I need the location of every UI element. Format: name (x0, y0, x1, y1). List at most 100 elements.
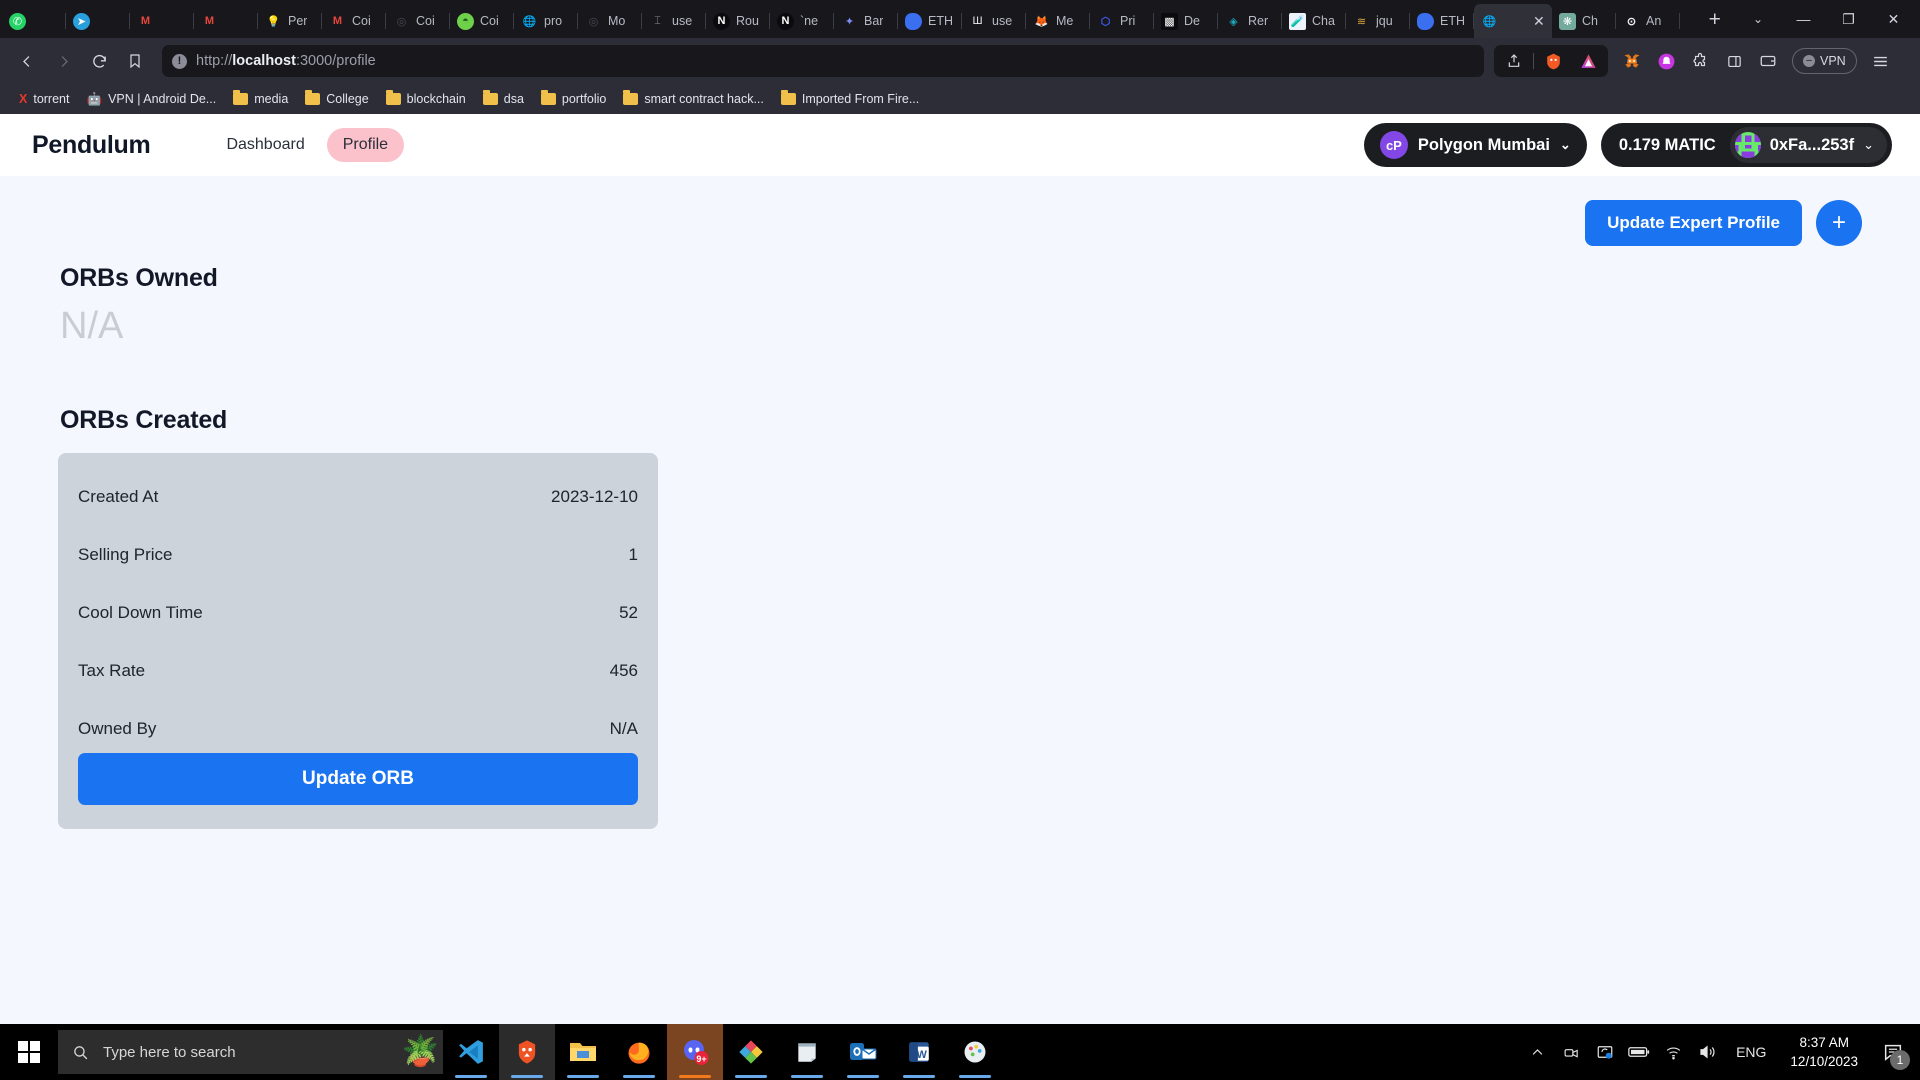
browser-tab[interactable]: ➤ (66, 4, 130, 38)
tray-language[interactable]: ENG (1724, 1044, 1778, 1060)
maximize-button[interactable]: ❐ (1826, 0, 1871, 38)
back-arrow-icon[interactable] (10, 44, 44, 78)
url-text: http://localhost:3000/profile (196, 53, 376, 69)
bookmark-item[interactable]: smart contract hack... (616, 89, 770, 109)
taskbar-paint-icon[interactable] (947, 1024, 1003, 1080)
bookmark-item[interactable]: dsa (476, 89, 531, 109)
tab-label: use (992, 14, 1013, 28)
browser-tab[interactable]: ✦ Bar (834, 4, 898, 38)
browser-tab[interactable]: ⊙ An (1616, 4, 1680, 38)
taskbar-photos-icon[interactable] (723, 1024, 779, 1080)
minimize-button[interactable]: — (1781, 0, 1826, 38)
taskbar-outlook-icon[interactable] (835, 1024, 891, 1080)
tray-battery-icon[interactable] (1622, 1024, 1656, 1080)
bookmark-item[interactable]: 🤖 VPN | Android De... (79, 89, 223, 110)
bookmark-item[interactable]: Imported From Fire... (774, 89, 926, 109)
browser-tab[interactable]: N Rou (706, 4, 770, 38)
browser-tab[interactable]: N `ne (770, 4, 834, 38)
browser-tab[interactable]: ⬡ Pri (1090, 4, 1154, 38)
tray-wifi-icon[interactable] (1656, 1024, 1690, 1080)
search-icon (72, 1044, 89, 1061)
app-brand[interactable]: Pendulum (32, 131, 151, 160)
telegram-icon: ➤ (73, 12, 90, 30)
browser-tab[interactable]: ◎ Coi (386, 4, 450, 38)
close-tab-icon[interactable]: ✕ (1533, 14, 1545, 28)
tray-volume-icon[interactable] (1690, 1024, 1724, 1080)
bookmark-label: portfolio (561, 92, 607, 106)
browser-tab[interactable]: ETH (898, 4, 962, 38)
wallet-icon[interactable] (1752, 45, 1784, 77)
taskbar-sticky-notes-icon[interactable] (779, 1024, 835, 1080)
extensions-puzzle-icon[interactable] (1684, 45, 1716, 77)
browser-tab[interactable]: ≋ jqu (1346, 4, 1410, 38)
tab-search-chevron-icon[interactable]: ⌄ (1735, 0, 1781, 38)
browser-tab[interactable]: Шuse (962, 4, 1026, 38)
update-expert-profile-button[interactable]: Update Expert Profile (1585, 200, 1802, 246)
bookmark-item[interactable]: portfolio (534, 89, 613, 109)
start-button[interactable] (0, 1024, 58, 1080)
search-decoration-image: 🪴 (401, 1035, 439, 1068)
browser-tab[interactable]: 🌐 ✕ (1474, 4, 1552, 38)
account-address-button[interactable]: 0xFa...253f ⌄ (1729, 127, 1887, 163)
bookmark-item[interactable]: College (298, 89, 375, 109)
new-tab-button[interactable]: + (1695, 4, 1735, 38)
browser-tab[interactable]: M Coi (322, 4, 386, 38)
browser-tab[interactable]: ✆ (2, 4, 66, 38)
nav-link-dashboard[interactable]: Dashboard (210, 128, 320, 162)
update-orb-button[interactable]: Update ORB (78, 753, 638, 805)
browser-tab[interactable]: ❋ Ch (1552, 4, 1616, 38)
network-selector[interactable]: cP Polygon Mumbai ⌄ (1363, 123, 1587, 167)
metamask-extension-icon[interactable] (1616, 45, 1648, 77)
tray-expand-chevron-icon[interactable] (1520, 1024, 1554, 1080)
browser-tab[interactable]: 💡 Per (258, 4, 322, 38)
share-icon[interactable] (1498, 45, 1530, 77)
vpn-button[interactable]: – VPN (1792, 48, 1857, 74)
site-info-icon[interactable]: ! (172, 53, 187, 69)
taskbar-search-box[interactable]: Type here to search 🪴 (58, 1030, 443, 1074)
reload-arrow-icon[interactable] (82, 44, 116, 78)
nav-link-profile[interactable]: Profile (326, 128, 405, 162)
brave-shields-icon[interactable] (1537, 45, 1569, 77)
browser-tab[interactable]: ⌶ use (642, 4, 706, 38)
tray-meet-now-icon[interactable] (1554, 1024, 1588, 1080)
browser-tab[interactable]: 🌐 pro (514, 4, 578, 38)
notification-center-button[interactable]: 1 (1870, 1024, 1916, 1080)
notification-bell-icon[interactable] (1650, 45, 1682, 77)
brave-rewards-icon[interactable] (1572, 45, 1604, 77)
bookmark-item[interactable]: blockchain (379, 89, 473, 109)
sidebar-toggle-icon[interactable] (1718, 45, 1750, 77)
taskbar-file-explorer-icon[interactable] (555, 1024, 611, 1080)
bookmark-item[interactable]: Xtorrent (12, 89, 76, 109)
taskbar-firefox-icon[interactable] (611, 1024, 667, 1080)
account-pill[interactable]: 0.179 MATIC 0xFa...253f ⌄ (1600, 123, 1892, 167)
tray-clock[interactable]: 8:37 AM 12/10/2023 (1778, 1033, 1870, 1071)
orb-detail-row: Selling Price 1 (78, 533, 638, 591)
taskbar-discord-icon[interactable]: 9+ (667, 1024, 723, 1080)
tab-label: ETH (1440, 14, 1465, 28)
tab-label: Me (1056, 14, 1074, 28)
browser-tab[interactable]: 🦊 Me (1026, 4, 1090, 38)
browser-tab[interactable]: M (194, 4, 258, 38)
taskbar-brave-icon[interactable] (499, 1024, 555, 1080)
browser-tab[interactable]: ◎ Mo (578, 4, 642, 38)
browser-tab[interactable]: ◈ Rer (1218, 4, 1282, 38)
browser-menu-icon[interactable] (1865, 45, 1897, 77)
browser-tab[interactable]: ◓ Coi (450, 4, 514, 38)
add-button[interactable]: + (1816, 200, 1862, 246)
browser-tab[interactable]: ETH (1410, 4, 1474, 38)
orb-detail-key: Cool Down Time (78, 603, 203, 622)
orb-detail-value: N/A (609, 719, 638, 738)
bookmark-icon[interactable] (118, 44, 152, 78)
taskbar-vscode-icon[interactable] (443, 1024, 499, 1080)
browser-tab[interactable]: M (130, 4, 194, 38)
account-balance: 0.179 MATIC (1618, 135, 1716, 154)
bookmark-item[interactable]: media (226, 89, 295, 109)
taskbar-word-icon[interactable]: W (891, 1024, 947, 1080)
browser-tab[interactable]: 🧪 Cha (1282, 4, 1346, 38)
orbs-owned-value: N/A (60, 305, 124, 347)
close-window-button[interactable]: ✕ (1871, 0, 1916, 38)
address-bar[interactable]: ! http://localhost:3000/profile (162, 45, 1484, 77)
browser-tab[interactable]: ▩ De (1154, 4, 1218, 38)
tray-onedrive-sync-icon[interactable] (1588, 1024, 1622, 1080)
nextjs-icon: N (713, 12, 730, 30)
